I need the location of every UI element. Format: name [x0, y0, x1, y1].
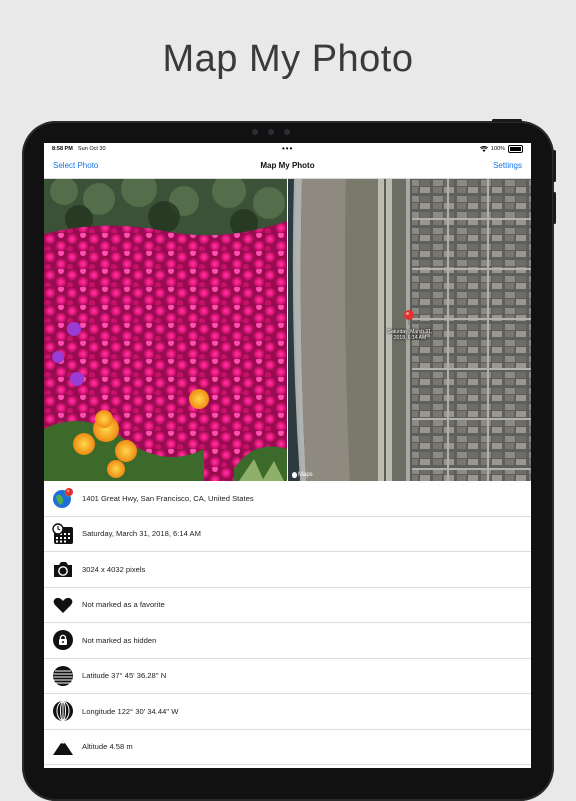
longitude-text: Longitude 122° 30' 34.44'' W	[82, 706, 179, 716]
photo-preview[interactable]	[44, 179, 287, 481]
sensor-icon	[268, 129, 274, 135]
hidden-text: Not marked as hidden	[82, 635, 157, 645]
globe-icon	[52, 487, 74, 509]
status-time: 8:58 PM	[52, 146, 73, 152]
wifi-icon	[479, 146, 488, 152]
navigation-bar: Select Photo Map My Photo Settings	[44, 155, 531, 179]
camera-lens-icon	[284, 129, 290, 135]
flower-photo	[44, 179, 287, 481]
calendar-clock-icon	[52, 523, 74, 545]
altitude-row[interactable]: Altitude 4.58 m	[44, 730, 531, 765]
settings-button[interactable]: Settings	[493, 161, 522, 170]
address-text: 1401 Great Hwy, San Francisco, CA, Unite…	[82, 493, 254, 503]
mountain-icon	[52, 736, 74, 758]
dimensions-text: 3024 x 4032 pixels	[82, 564, 146, 574]
battery-percent: 100%	[490, 146, 505, 152]
date-row[interactable]: Saturday, March 31, 2018, 6:14 AM	[44, 517, 531, 552]
status-date: Sun Oct 30	[78, 146, 106, 152]
sensor-icon	[252, 129, 258, 135]
image-area: Saturday, March 31, 2018, 6:14 AM Maps	[44, 179, 531, 481]
heart-icon	[52, 594, 74, 616]
headline: Map My Photo	[162, 38, 414, 80]
date-text: Saturday, March 31, 2018, 6:14 AM	[82, 529, 201, 539]
map-view[interactable]: Saturday, March 31, 2018, 6:14 AM Maps	[288, 179, 531, 481]
altitude-text: Altitude 4.58 m	[82, 742, 133, 752]
status-bar: 8:58 PM Sun Oct 30 ••• 100%	[44, 143, 531, 155]
battery-icon	[508, 145, 523, 153]
nav-title: Map My Photo	[260, 161, 315, 170]
favorite-row[interactable]: Not marked as a favorite	[44, 588, 531, 623]
dimensions-row[interactable]: 3024 x 4032 pixels	[44, 552, 531, 588]
address-row[interactable]: 1401 Great Hwy, San Francisco, CA, Unite…	[44, 481, 531, 517]
latitude-text: Latitude 37° 45' 36.28'' N	[82, 671, 167, 681]
longitude-icon	[52, 700, 74, 722]
status-right: 100%	[479, 145, 523, 153]
top-button	[492, 119, 522, 122]
volume-up-button	[553, 150, 556, 182]
hidden-row[interactable]: Not marked as hidden	[44, 623, 531, 659]
app-screen: 8:58 PM Sun Oct 30 ••• 100% Select Photo…	[44, 143, 531, 768]
maps-attribution: Maps	[292, 472, 313, 478]
longitude-row[interactable]: Longitude 122° 30' 34.44'' W	[44, 694, 531, 730]
volume-down-button	[553, 192, 556, 224]
latitude-row[interactable]: Latitude 37° 45' 36.28'' N	[44, 659, 531, 694]
multitasking-dots-icon[interactable]: •••	[282, 144, 293, 153]
photo-details-list: 1401 Great Hwy, San Francisco, CA, Unite…	[44, 481, 531, 765]
favorite-text: Not marked as a favorite	[82, 600, 165, 610]
map-pin-label: Saturday, March 31, 2018, 6:14 AM	[387, 329, 433, 341]
apple-logo-icon	[292, 472, 297, 478]
lock-icon	[52, 629, 74, 651]
camera-icon	[52, 558, 74, 580]
latitude-icon	[52, 665, 74, 687]
